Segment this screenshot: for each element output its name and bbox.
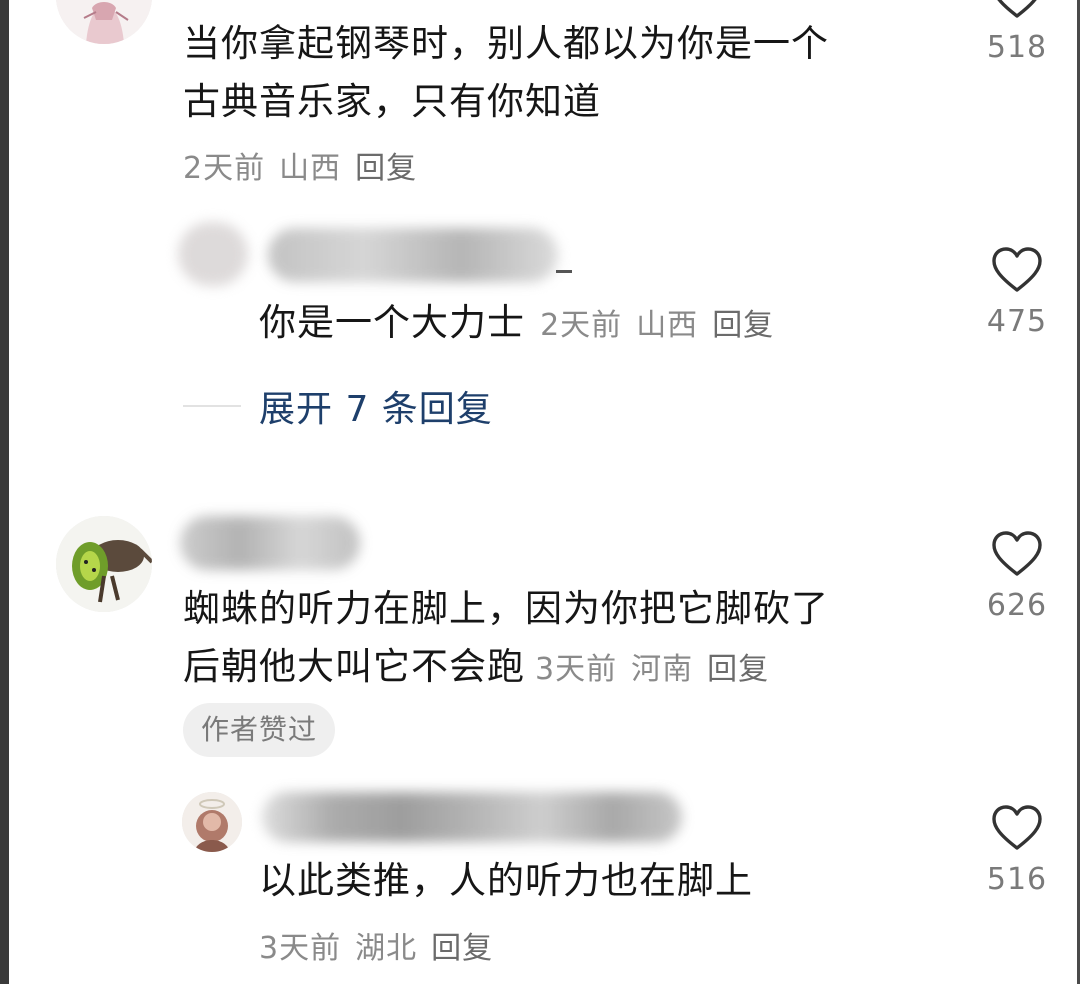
comment-text-line: 当你拿起钢琴时，别人都以为你是一个 <box>183 22 829 65</box>
comment-section: 当你拿起钢琴时，别人都以为你是一个 古典音乐家，只有你知道 2天前 山西 回复 51… <box>0 0 1080 984</box>
reply-time: 2天前 <box>540 308 623 343</box>
reply-button[interactable]: 回复 <box>712 308 774 343</box>
commenter-avatar[interactable] <box>56 0 152 44</box>
reply-username-blurred <box>262 792 682 842</box>
author-liked-badge: 作者赞过 <box>183 703 336 757</box>
reply-text: 你是一个大力士 <box>259 301 525 344</box>
reply-meta: 3天前 湖北 回复 <box>259 923 507 967</box>
expand-divider <box>183 405 241 407</box>
comment-meta: 2天前 山西 回复 <box>183 143 431 187</box>
reply-button[interactable]: 回复 <box>431 931 493 966</box>
heart-outline-icon <box>992 805 1042 850</box>
like-count: 516 <box>986 862 1048 897</box>
reply-location: 湖北 <box>355 931 418 966</box>
left-edge-bar <box>0 0 9 984</box>
comment-location: 河南 <box>631 652 694 687</box>
comment-text: 蜘蛛的听力在脚上，因为你把它脚砍了 后朝他大叫它不会跑 3天前 河南 回复 <box>183 580 829 699</box>
username-underscore <box>556 270 572 273</box>
like-count: 475 <box>986 304 1048 339</box>
heart-outline-icon <box>992 531 1042 576</box>
comment-text-tail: 后朝他大叫它不会跑 <box>183 645 525 688</box>
reply-meta: 2天前 山西 回复 <box>540 308 788 343</box>
commenter-username-blurred <box>180 516 360 570</box>
comment-location: 山西 <box>279 151 342 186</box>
heart-outline-icon <box>992 247 1042 292</box>
comment-meta: 3天前 河南 回复 <box>535 652 783 687</box>
comment-text: 当你拿起钢琴时，别人都以为你是一个 古典音乐家，只有你知道 <box>183 15 829 131</box>
comment-text-line: 后朝他大叫它不会跑 3天前 河南 回复 <box>183 638 829 699</box>
reply-username-blurred <box>178 222 248 286</box>
like-button[interactable]: 516 <box>982 804 1052 897</box>
comment-time: 2天前 <box>183 151 266 186</box>
reply-button[interactable]: 回复 <box>355 151 417 186</box>
commenter-avatar[interactable] <box>56 516 152 612</box>
comment-text-line: 古典音乐家，只有你知道 <box>183 80 601 123</box>
expand-replies-button[interactable]: 展开 7 条回复 <box>259 380 493 432</box>
like-button[interactable]: 518 <box>982 0 1052 65</box>
heart-outline-icon <box>997 0 1037 18</box>
comment-text-line: 蜘蛛的听力在脚上，因为你把它脚砍了 <box>183 587 829 630</box>
reply-row: 你是一个大力士 2天前 山西 回复 <box>259 294 788 352</box>
like-count: 518 <box>986 30 1048 65</box>
like-button[interactable]: 626 <box>982 530 1052 623</box>
reply-button[interactable]: 回复 <box>707 652 769 687</box>
reply-time: 3天前 <box>259 931 342 966</box>
reply-username-blurred <box>268 228 558 282</box>
like-count: 626 <box>986 588 1048 623</box>
comment-time: 3天前 <box>535 652 618 687</box>
reply-avatar[interactable] <box>182 792 242 852</box>
reply-text: 以此类推，人的听力也在脚上 <box>259 859 753 902</box>
reply-location: 山西 <box>636 308 699 343</box>
like-button[interactable]: 475 <box>982 246 1052 339</box>
